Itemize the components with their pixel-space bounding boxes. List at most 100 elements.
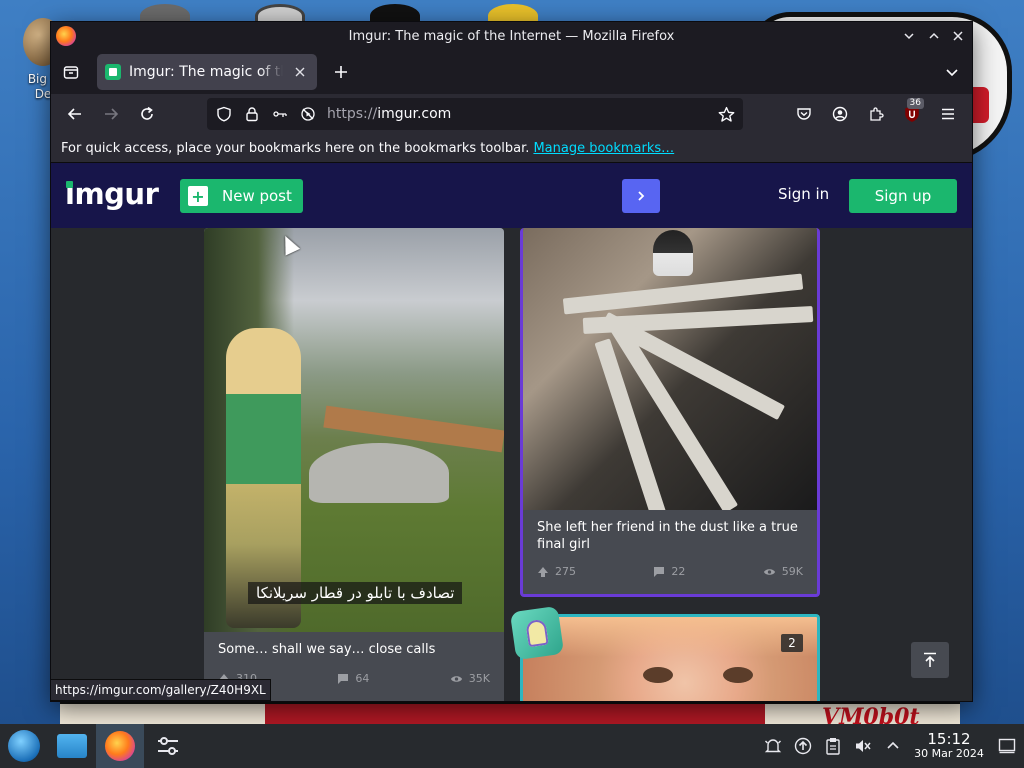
views-stat: 35K bbox=[450, 672, 490, 685]
extensions-button[interactable] bbox=[860, 98, 892, 130]
post-title[interactable]: Some… shall we say… close calls bbox=[218, 641, 435, 658]
toolbar-right: 36 bbox=[788, 98, 964, 130]
bookmark-star-icon[interactable] bbox=[717, 105, 735, 123]
eye-icon bbox=[450, 675, 462, 682]
address-bar[interactable]: https://imgur.com bbox=[207, 98, 743, 130]
system-tray: 15:12 30 Mar 2024 bbox=[758, 724, 1024, 768]
back-button[interactable] bbox=[59, 98, 91, 130]
chevron-up-icon bbox=[887, 741, 899, 749]
eye-icon bbox=[763, 568, 775, 575]
post-thumbnail[interactable]: 2 bbox=[523, 617, 817, 701]
post-thumbnail[interactable] bbox=[523, 228, 817, 510]
url-scheme: https:// bbox=[327, 106, 378, 122]
folder-icon bbox=[57, 734, 87, 758]
new-tab-button[interactable] bbox=[327, 58, 355, 86]
pocket-button[interactable] bbox=[788, 98, 820, 130]
tab-bar: Imgur: The magic of the Internet bbox=[51, 50, 972, 94]
image-count-badge: 2 bbox=[781, 634, 803, 652]
settings-sliders-icon bbox=[158, 737, 178, 755]
clipboard-tray-button[interactable] bbox=[818, 724, 848, 768]
views-count: 59K bbox=[781, 565, 803, 578]
imgur-logo-text: imgur bbox=[65, 177, 159, 211]
updates-tray-button[interactable] bbox=[788, 724, 818, 768]
navigation-toolbar: https://imgur.com 36 bbox=[51, 94, 972, 134]
volume-muted-icon bbox=[856, 740, 871, 752]
list-all-tabs-button[interactable] bbox=[941, 61, 963, 83]
comment-stat[interactable]: 64 bbox=[337, 672, 369, 685]
firefox-icon bbox=[56, 26, 76, 46]
lock-icon[interactable] bbox=[243, 105, 261, 123]
account-icon bbox=[832, 106, 848, 122]
tab-title: Imgur: The magic of the Internet bbox=[129, 64, 283, 80]
show-desktop-icon bbox=[998, 738, 1016, 754]
url-text[interactable]: https://imgur.com bbox=[327, 106, 707, 122]
start-orb-icon bbox=[8, 730, 40, 762]
volume-tray-button[interactable] bbox=[848, 724, 878, 768]
taskbar: 15:12 30 Mar 2024 bbox=[0, 724, 1024, 768]
close-window-button[interactable] bbox=[947, 25, 969, 47]
views-count: 35K bbox=[468, 672, 490, 685]
lightbulb-badge-icon bbox=[509, 605, 565, 661]
close-tab-button[interactable] bbox=[291, 63, 309, 81]
post-card[interactable]: She left her friend in the dust like a t… bbox=[520, 228, 820, 597]
taskbar-settings[interactable] bbox=[144, 724, 192, 768]
upvote-stat[interactable]: 275 bbox=[537, 565, 576, 578]
thumbnail-detail bbox=[723, 667, 753, 683]
maximize-button[interactable] bbox=[923, 25, 945, 47]
logo-dot bbox=[66, 181, 73, 188]
comment-count: 64 bbox=[355, 672, 370, 685]
next-arrow-button[interactable] bbox=[622, 179, 660, 213]
post-thumbnail[interactable]: تصادف با تابلو در قطار سریلانکا bbox=[204, 228, 504, 632]
window-title: Imgur: The magic of the Internet — Mozil… bbox=[348, 28, 675, 44]
firefox-view-button[interactable] bbox=[60, 61, 82, 83]
notifications-tray-button[interactable] bbox=[758, 724, 788, 768]
puzzle-icon bbox=[870, 107, 884, 121]
app-menu-button[interactable] bbox=[932, 98, 964, 130]
bell-icon bbox=[764, 739, 782, 753]
taskbar-file-manager[interactable] bbox=[48, 724, 96, 768]
taskbar-firefox[interactable] bbox=[96, 724, 144, 768]
new-post-label: New post bbox=[222, 187, 292, 205]
url-host: imgur.com bbox=[377, 106, 452, 122]
sign-in-link[interactable]: Sign in bbox=[778, 185, 829, 203]
show-hidden-icons-button[interactable] bbox=[878, 724, 908, 768]
reload-icon bbox=[141, 106, 153, 120]
video-overlay-caption: تصادف با تابلو در قطار سریلانکا bbox=[248, 582, 463, 604]
firefox-window: Imgur: The magic of the Internet — Mozil… bbox=[51, 22, 972, 701]
comment-icon bbox=[654, 566, 665, 577]
status-bar-url: https://imgur.com/gallery/Z40H9XL bbox=[51, 679, 271, 701]
imgur-header: imgur + New post Sign in Sign up bbox=[51, 163, 972, 228]
post-card[interactable]: 2 bbox=[520, 614, 820, 701]
comment-stat[interactable]: 22 bbox=[653, 565, 685, 578]
permissions-icon[interactable] bbox=[271, 105, 289, 123]
account-button[interactable] bbox=[824, 98, 856, 130]
reload-button[interactable] bbox=[131, 98, 163, 130]
chevron-down-icon bbox=[946, 69, 958, 77]
autoplay-blocked-icon[interactable] bbox=[299, 105, 317, 123]
back-to-top-button[interactable] bbox=[911, 642, 949, 678]
plus-icon: + bbox=[188, 186, 208, 206]
firefox-icon bbox=[105, 731, 135, 761]
bookmarks-toolbar: For quick access, place your bookmarks h… bbox=[51, 134, 972, 163]
new-post-button[interactable]: + New post bbox=[180, 179, 303, 213]
update-arrow-icon bbox=[794, 737, 812, 755]
minimize-button[interactable] bbox=[898, 25, 920, 47]
tab-imgur[interactable]: Imgur: The magic of the Internet bbox=[97, 54, 317, 90]
post-title[interactable]: She left her friend in the dust like a t… bbox=[537, 519, 807, 553]
taskbar-clock[interactable]: 15:12 30 Mar 2024 bbox=[908, 730, 990, 761]
tracking-protection-icon[interactable] bbox=[215, 105, 233, 123]
show-desktop-button[interactable] bbox=[990, 724, 1024, 768]
window-titlebar[interactable]: Imgur: The magic of the Internet — Mozil… bbox=[51, 22, 972, 50]
start-menu-button[interactable] bbox=[0, 724, 48, 768]
forward-button[interactable] bbox=[95, 98, 127, 130]
imgur-logo[interactable]: imgur bbox=[65, 177, 159, 211]
back-arrow-icon bbox=[67, 108, 81, 120]
views-stat: 59K bbox=[763, 565, 803, 578]
sign-up-button[interactable]: Sign up bbox=[849, 179, 957, 213]
post-card[interactable]: تصادف با تابلو در قطار سریلانکا Some… sh… bbox=[204, 228, 504, 701]
post-stats: 275 22 59K bbox=[537, 565, 803, 578]
ublock-count-badge: 36 bbox=[906, 98, 924, 109]
manage-bookmarks-link[interactable]: Manage bookmarks… bbox=[533, 141, 674, 156]
ublock-origin-button[interactable]: 36 bbox=[896, 98, 928, 130]
upvote-arrow-icon bbox=[538, 566, 548, 577]
